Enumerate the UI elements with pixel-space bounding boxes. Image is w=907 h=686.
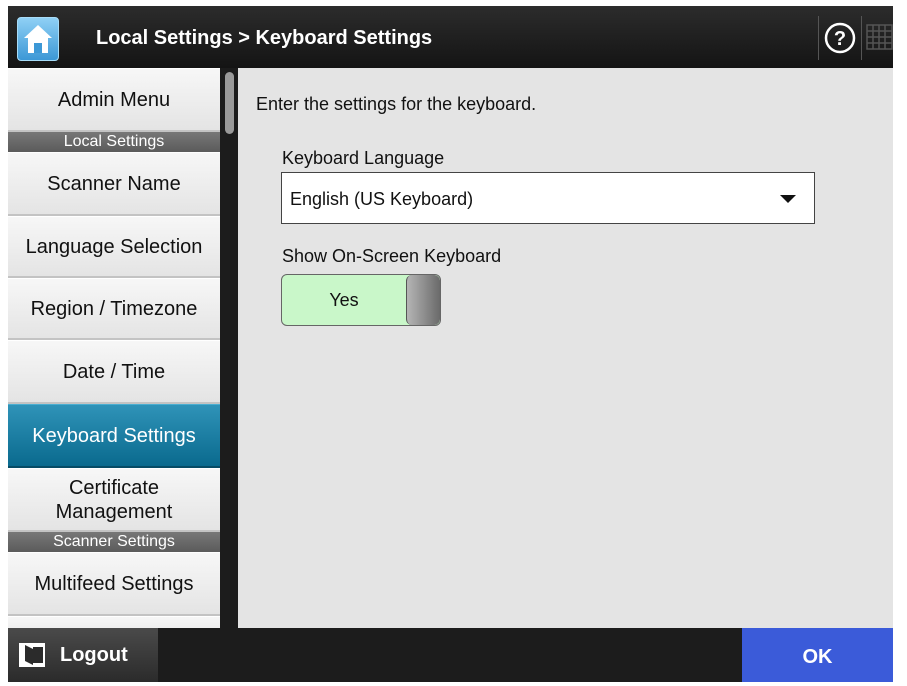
chevron-down-icon: [780, 195, 796, 203]
scrollbar-thumb[interactable]: [225, 72, 234, 134]
title-bar: Local Settings > Keyboard Settings ?: [8, 6, 893, 68]
ok-button[interactable]: OK: [742, 628, 893, 682]
sidebar-item-keyboard-settings[interactable]: Keyboard Settings: [8, 404, 220, 468]
sidebar-section-local-settings: Local Settings: [8, 132, 220, 152]
main-content: Enter the settings for the keyboard. Key…: [238, 68, 893, 628]
on-screen-keyboard-label: Show On-Screen Keyboard: [282, 246, 502, 266]
logout-icon: [19, 643, 45, 667]
sidebar: Admin Menu Local Settings Scanner Name L…: [8, 68, 220, 628]
sidebar-item-label: Region / Timezone: [30, 297, 198, 320]
sidebar-item-label: Multifeed Settings: [34, 572, 194, 595]
sidebar-item-admin-menu[interactable]: Admin Menu: [8, 68, 220, 132]
sidebar-item-label: Keyboard Settings: [32, 424, 196, 447]
instruction-text: Enter the settings for the keyboard.: [256, 94, 537, 114]
keyboard-language-select[interactable]: English (US Keyboard): [281, 172, 815, 224]
help-button[interactable]: ?: [818, 16, 862, 60]
bottom-bar: Logout OK: [8, 628, 893, 682]
sidebar-item-label: Certificate Management: [55, 476, 173, 523]
sidebar-item-region-timezone[interactable]: Region / Timezone: [8, 278, 220, 340]
keyboard-button[interactable]: [866, 21, 893, 53]
home-icon: [24, 25, 52, 53]
logout-label: Logout: [60, 644, 128, 666]
sidebar-item-certificate-management[interactable]: Certificate Management: [8, 468, 220, 532]
sidebar-item-label: Admin Menu: [57, 88, 171, 111]
sidebar-scrollbar[interactable]: [220, 68, 238, 628]
sidebar-item-partial[interactable]: [8, 616, 220, 628]
sidebar-item-label: Scanner Name: [47, 172, 181, 195]
sidebar-item-language-selection[interactable]: Language Selection: [8, 216, 220, 278]
svg-text:?: ?: [834, 28, 846, 50]
app-window: Local Settings > Keyboard Settings ? Adm…: [8, 6, 893, 682]
sidebar-item-label: Language Selection: [25, 235, 203, 258]
toggle-knob[interactable]: [406, 275, 440, 325]
home-button[interactable]: [17, 17, 59, 61]
logout-button[interactable]: Logout: [8, 628, 158, 682]
help-icon: ?: [824, 22, 856, 54]
sidebar-section-scanner-settings: Scanner Settings: [8, 532, 220, 552]
keyboard-language-label: Keyboard Language: [282, 148, 445, 168]
sidebar-item-date-time[interactable]: Date / Time: [8, 340, 220, 404]
on-screen-keyboard-toggle[interactable]: Yes: [281, 274, 441, 326]
sidebar-item-label: Date / Time: [62, 360, 166, 383]
keyboard-icon: [866, 24, 893, 50]
page-title: Local Settings > Keyboard Settings: [96, 27, 433, 49]
keyboard-language-value: English (US Keyboard): [290, 189, 474, 209]
sidebar-item-scanner-name[interactable]: Scanner Name: [8, 152, 220, 216]
toggle-value: Yes: [329, 290, 359, 310]
sidebar-item-multifeed-settings[interactable]: Multifeed Settings: [8, 552, 220, 616]
